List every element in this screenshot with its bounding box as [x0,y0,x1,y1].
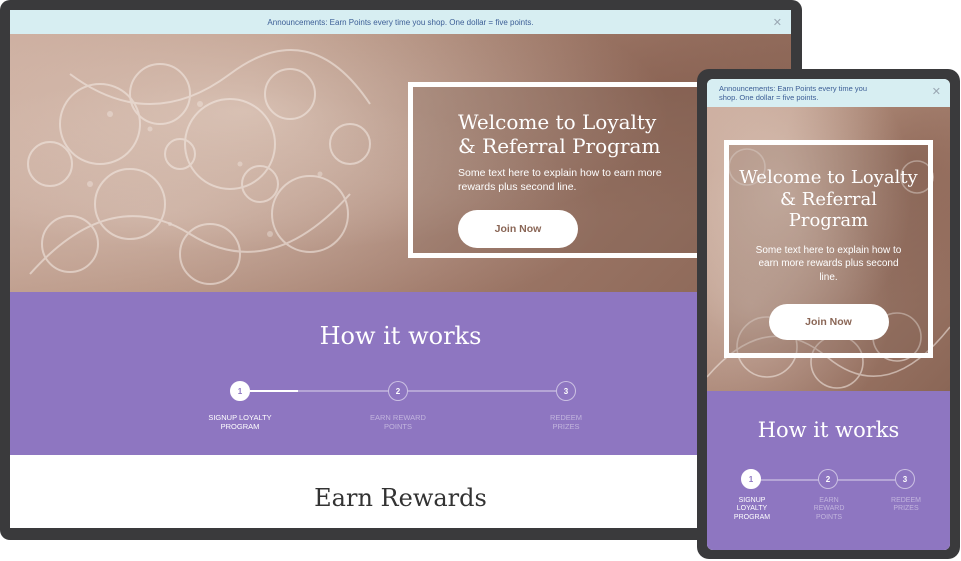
hero-title: Welcome to Loyalty & Referral Program [458,110,661,158]
step-1-marker[interactable]: 1 [230,381,250,401]
mobile-device-frame: Announcements: Earn Points every time yo… [697,69,960,559]
how-it-works-section: How it works 1 2 3 SIGNUP LOYALTY PROGRA… [707,391,950,550]
steps-track [250,390,576,392]
how-it-works-title: How it works [757,418,900,442]
step-2-label: EARN REWARD POINTS [813,497,845,521]
hero-welcome-box: Welcome to Loyalty & Referral Program So… [724,140,933,358]
earn-rewards-title: Earn Rewards [314,484,487,512]
announcement-text: Announcements: Earn Points every time yo… [719,83,867,102]
step-3-label: REDEEM PRIZES [549,413,583,431]
desktop-device-frame: Announcements: Earn Points every time yo… [0,0,802,540]
step-2-label: EARN REWARD POINTS [370,413,426,431]
close-icon[interactable]: ✕ [932,86,941,100]
announcement-bar: Announcements: Earn Points every time yo… [707,79,950,107]
hero-title: Welcome to Loyalty & Referral Program [739,167,918,232]
mobile-screen: Announcements: Earn Points every time yo… [707,79,950,550]
join-now-button[interactable]: Join Now [768,304,889,341]
step-1-marker[interactable]: 1 [741,469,761,489]
hero-description: Some text here to explain how to earn mo… [755,244,902,283]
announcement-bar: Announcements: Earn Points every time yo… [10,10,791,34]
step-3-marker[interactable]: 3 [895,469,915,489]
hero-banner: Welcome to Loyalty & Referral Program So… [10,34,791,292]
desktop-screen: Announcements: Earn Points every time yo… [10,10,791,528]
announcement-text: Announcements: Earn Points every time yo… [267,17,534,27]
step-1-label: SIGNUP LOYALTY PROGRAM [733,497,771,521]
close-icon[interactable]: ✕ [773,16,782,29]
step-3-label: REDEEM PRIZES [891,497,921,513]
join-now-button[interactable]: Join Now [458,209,578,248]
hero-banner: Welcome to Loyalty & Referral Program So… [707,107,950,391]
how-it-works-title: How it works [319,322,482,350]
how-it-works-section: How it works 1 2 3 SIGNUP LOYALTY PROGRA… [10,292,791,455]
step-1-label: SIGNUP LOYALTY PROGRAM [208,413,272,431]
step-2-marker[interactable]: 2 [818,469,838,489]
hero-description: Some text here to explain how to earn mo… [458,167,662,194]
steps-progress-fill [250,390,298,392]
step-3-marker[interactable]: 3 [556,381,576,401]
step-2-marker[interactable]: 2 [388,381,408,401]
